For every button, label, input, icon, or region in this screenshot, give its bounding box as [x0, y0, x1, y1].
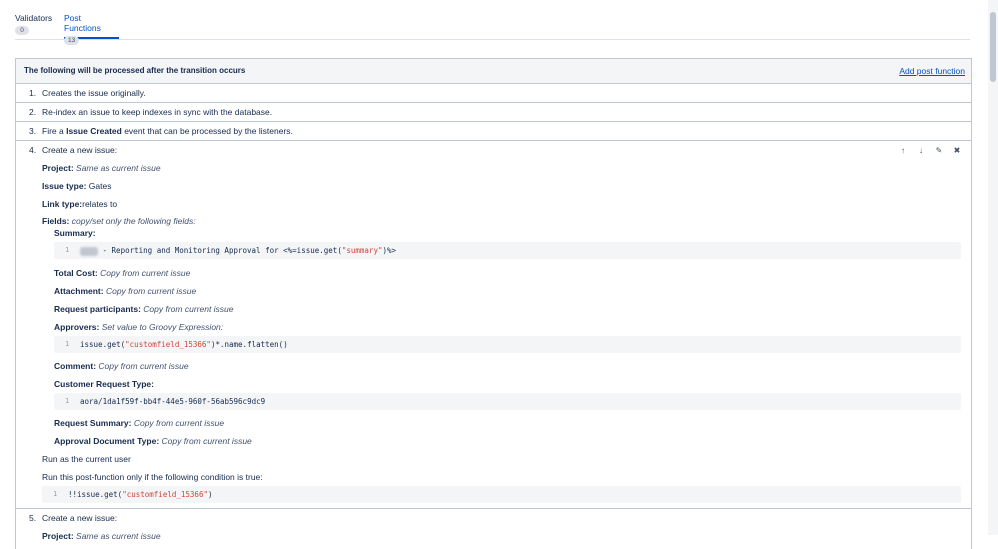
pencil-icon[interactable]: ✎: [933, 146, 945, 155]
customer-request-type-label: Customer Request Type:: [54, 379, 154, 389]
step-text: Re-index an issue to keep indexes in syn…: [42, 107, 273, 117]
condition-text: Run this post-function only if the follo…: [42, 472, 263, 482]
post-functions-panel: The following will be processed after th…: [15, 58, 972, 549]
condition-code-block: 1 !!issue.get("customfield_15366"): [42, 486, 961, 503]
arrow-up-icon[interactable]: ↑: [897, 146, 909, 155]
step-text: Create a new issue:: [42, 145, 118, 155]
project-line: Project: Same as current issue: [42, 163, 161, 173]
step-number: 2.: [29, 107, 37, 117]
step-number: 1.: [29, 88, 37, 98]
approvers-line: Approvers: Set value to Groovy Expressio…: [54, 322, 224, 332]
close-circle-icon[interactable]: ✖: [951, 146, 963, 155]
panel-title: The following will be processed after th…: [24, 66, 246, 75]
panel-header: The following will be processed after th…: [16, 59, 971, 84]
post-function-row: 3. Fire a Issue Created event that can b…: [16, 122, 971, 141]
add-post-function-link[interactable]: Add post function: [899, 66, 965, 76]
approvers-code-block: 1 issue.get("customfield_15366")*.name.f…: [54, 336, 961, 353]
fields-line: Fields: copy/set only the following fiel…: [42, 216, 196, 226]
scrollbar-thumb[interactable]: [990, 12, 996, 82]
post-function-row: 4. Create a new issue: ↑ ↓ ✎ ✖ Project: Sam…: [16, 141, 971, 509]
tab-validators[interactable]: Validators 0: [15, 13, 55, 39]
total-cost-line: Total Cost: Copy from current issue: [54, 268, 191, 278]
scrollbar[interactable]: [988, 0, 998, 535]
event-name: Issue Created: [66, 126, 122, 136]
tab-bar: Validators 0 Post Functions 13: [15, 13, 970, 45]
tab-validators-count: 0: [15, 26, 29, 35]
tab-post-functions-count: 13: [64, 36, 80, 45]
request-participants-line: Request participants: Copy from current …: [54, 304, 234, 314]
tab-post-functions-label: Post Functions: [64, 13, 101, 33]
step-text: Fire a Issue Created event that can be p…: [42, 126, 293, 136]
step-number: 3.: [29, 126, 37, 136]
request-summary-line: Request Summary: Copy from current issue: [54, 418, 225, 428]
step-number: 4.: [29, 145, 37, 155]
attachment-line: Attachment: Copy from current issue: [54, 286, 197, 296]
customer-request-type-code-block: 1 aora/1da1f59f-bb4f-44e5-960f-56ab596c9…: [54, 393, 961, 410]
comment-line: Comment: Copy from current issue: [54, 361, 189, 371]
step-text: Create a new issue:: [42, 513, 118, 523]
run-as-line: Run as the current user: [42, 454, 131, 464]
arrow-down-icon[interactable]: ↓: [915, 146, 927, 155]
issue-type-line: Issue type: Gates: [42, 181, 112, 191]
step-text: Creates the issue originally.: [42, 88, 146, 98]
project-line: Project: Same as current issue: [42, 531, 161, 541]
step-number: 5.: [29, 513, 37, 523]
approval-document-type-line: Approval Document Type: Copy from curren…: [54, 436, 252, 446]
link-type-line: Link type:relates to: [42, 199, 118, 209]
row-actions: ↑ ↓ ✎ ✖: [891, 145, 963, 155]
post-function-row: 5. Create a new issue: Project: Same as …: [16, 509, 971, 549]
post-function-row: 1. Creates the issue originally.: [16, 84, 971, 103]
summary-label: Summary:: [54, 228, 96, 238]
tab-validators-label: Validators: [15, 13, 53, 23]
redacted-text: [80, 246, 98, 256]
post-function-row: 2. Re-index an issue to keep indexes in …: [16, 103, 971, 122]
tab-post-functions[interactable]: Post Functions 13: [64, 13, 119, 45]
summary-code-block: 1 - Reporting and Monitoring Approval fo…: [54, 242, 961, 259]
